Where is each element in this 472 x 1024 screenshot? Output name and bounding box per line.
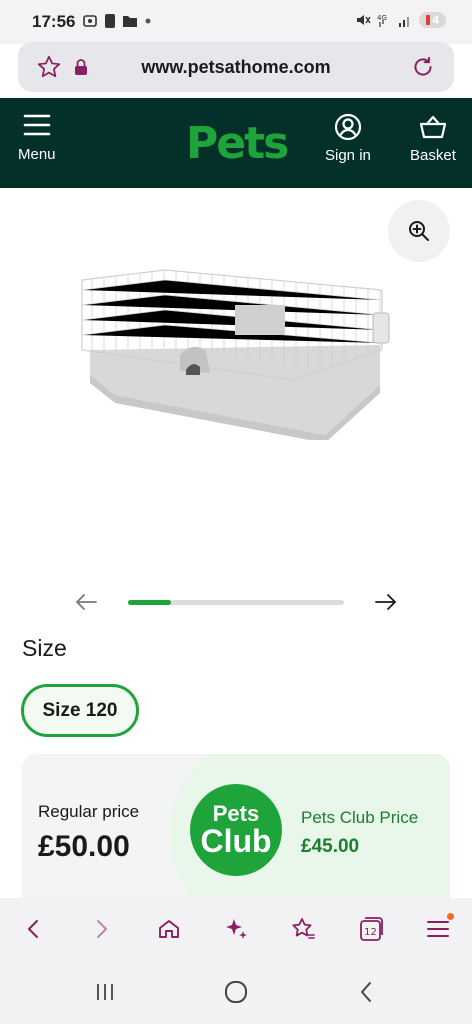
- arrow-right-icon[interactable]: [374, 592, 398, 612]
- back-button[interactable]: [14, 909, 54, 949]
- club-price-value: £45.00: [301, 836, 360, 857]
- tabs-button[interactable]: 12: [351, 909, 391, 949]
- menu-lines-icon: [427, 921, 450, 937]
- ai-sparkle-button[interactable]: [216, 909, 256, 949]
- product-image-cage[interactable]: [80, 265, 395, 440]
- image-carousel-controls: [0, 588, 472, 618]
- screenshot-icon: [83, 15, 97, 27]
- signal-4g-icon: 4G: [377, 14, 387, 27]
- home-icon: [158, 920, 179, 938]
- bookmark-star-icon: [292, 918, 316, 939]
- notification-dot: [447, 913, 455, 920]
- menu-label: Menu: [18, 146, 56, 163]
- zoom-in-icon: [409, 221, 429, 241]
- club-badge-bottom: Club: [200, 823, 272, 859]
- url-text[interactable]: www.petsathome.com: [18, 57, 454, 78]
- sim-icon: [105, 14, 115, 28]
- folder-icon: [123, 16, 137, 27]
- battery-indicator: 4: [419, 12, 446, 28]
- basket-icon: [419, 115, 447, 139]
- bookmarks-button[interactable]: [283, 909, 323, 949]
- regular-price-label: Regular price: [38, 802, 140, 821]
- basket-button[interactable]: Basket: [410, 112, 456, 164]
- browser-bottom-nav: 12: [0, 898, 472, 960]
- chevron-left-icon: [27, 920, 38, 938]
- sparkle-icon: [225, 919, 247, 939]
- basket-label: Basket: [410, 147, 456, 164]
- sign-in-button[interactable]: Sign in: [325, 112, 371, 164]
- size-option-120[interactable]: Size 120: [21, 684, 139, 737]
- carousel-progress-fill: [128, 600, 172, 605]
- recent-apps-icon[interactable]: [92, 979, 118, 1005]
- mute-icon: [357, 15, 371, 25]
- club-badge-top: Pets: [212, 801, 260, 826]
- tabs-icon: 12: [359, 917, 383, 941]
- sign-in-label: Sign in: [325, 147, 371, 164]
- battery-level: 4: [432, 13, 439, 27]
- signal-bars-icon: [399, 17, 410, 27]
- url-bar[interactable]: www.petsathome.com: [18, 42, 454, 92]
- carousel-progress-track: [128, 600, 344, 605]
- pets-logo[interactable]: Pets: [186, 118, 289, 169]
- hamburger-icon: [23, 114, 51, 136]
- forward-button[interactable]: [81, 909, 121, 949]
- size-heading: Size: [22, 635, 67, 661]
- home-circle-icon[interactable]: [223, 979, 249, 1005]
- zoom-button[interactable]: [388, 200, 450, 262]
- menu-button[interactable]: Menu: [18, 112, 56, 163]
- dot-icon: [145, 18, 151, 24]
- status-bar: 17:56 4G 4: [0, 0, 472, 44]
- site-header: Menu Pets Sign in Basket: [0, 98, 472, 188]
- chevron-right-icon: [97, 920, 108, 938]
- status-system-icons: 4G 4: [355, 12, 446, 28]
- status-time: 17:56: [32, 12, 76, 31]
- home-button[interactable]: [149, 909, 189, 949]
- arrow-left-icon[interactable]: [74, 592, 98, 612]
- browser-menu-button[interactable]: [418, 909, 458, 949]
- system-back-icon[interactable]: [354, 979, 380, 1005]
- battery-low-icon: [426, 15, 431, 25]
- status-notification-icons: [82, 13, 152, 29]
- system-nav-bar: [0, 960, 472, 1024]
- tab-count: 12: [364, 927, 377, 938]
- account-icon: [334, 113, 362, 141]
- pets-club-logo: Pets Club: [190, 784, 282, 876]
- svg-text:4G: 4G: [377, 14, 387, 22]
- regular-price-value: £50.00: [38, 830, 130, 863]
- reload-icon[interactable]: [410, 54, 436, 80]
- club-price-label: Pets Club Price: [301, 808, 419, 827]
- price-card: Regular price £50.00 Pets Club Pets Club…: [22, 754, 450, 914]
